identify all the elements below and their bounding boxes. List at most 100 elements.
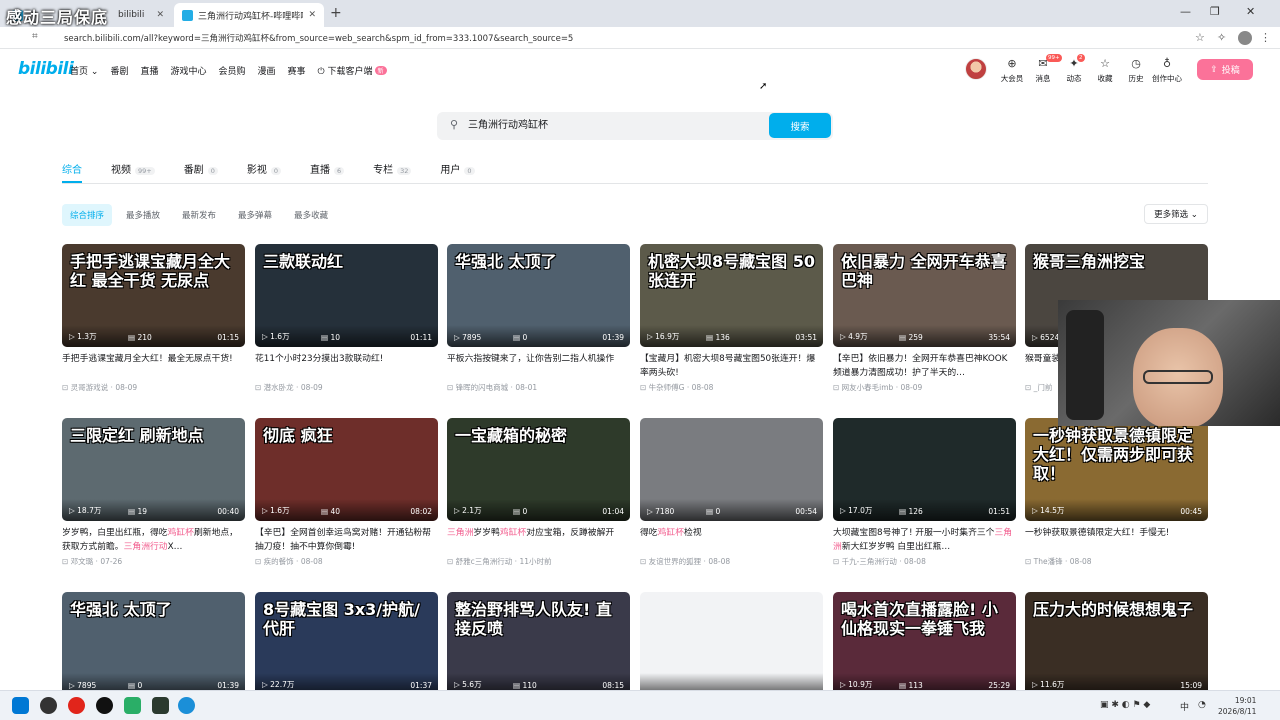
danmaku-count: ▤ 0 [706,507,720,516]
play-count-icon: ▷ [1032,680,1041,689]
title-text: 对应宝箱，反蹲被解开 [526,528,615,538]
network-icon[interactable]: ◔ [1198,700,1206,710]
uploader-icon: ⊡ [640,557,649,566]
video-card[interactable]: ▷ 7180 ▤ 0 00:54 得吃鸡缸杯检视 ⊡ 友谊世界的狐狸 · 08-08 [640,418,823,567]
video-meta[interactable]: ⊡ 疾的餐饰 · 08-08 [255,556,438,567]
video-card[interactable]: 一秒钟获取景德镇限定大红！仅需两步即可获取！ ▷ 14.5万 00:45 一秒钟获取景… [1025,418,1208,567]
uploader-name: 千九-三角洲行动 [841,557,897,566]
video-title[interactable]: 一秒钟获取景德镇限定大红！手慢无! [1025,527,1208,554]
wechat-icon[interactable] [124,697,141,714]
video-meta[interactable]: ⊡ 灵哥游戏说 · 08-09 [62,382,245,393]
video-meta[interactable]: ⊡ The潘锋 · 08-08 [1025,556,1208,567]
video-duration: 01:39 [602,333,624,342]
thumbnail-caption: 一宝藏箱的秘密 [455,426,568,445]
video-meta[interactable]: ⊡ 邓文璐 · 07-26 [62,556,245,567]
video-card[interactable]: 华强北 太顶了 ▷ 7895 ▤ 0 01:39 [62,592,245,690]
video-card[interactable]: 三限定红 刷新地点 ▷ 18.7万 ▤ 19 00:40 岁岁鸭，白里出红瓶，得吃鸡缸杯… [62,418,245,567]
video-thumbnail[interactable]: 手把手逃课宝藏月全大红 最全干货 无尿点 ▷ 1.3万 ▤ 210 01:15 [62,244,245,347]
video-card[interactable]: 整治野排骂人队友! 直接反喷 ▷ 5.6万 ▤ 110 08:15 [447,592,630,690]
video-card[interactable]: 彻底 疯狂 ▷ 1.6万 ▤ 40 08:02 【辛巴】全网首创幸运鸟窝对赌！开通钻粉帮… [255,418,438,567]
video-thumbnail[interactable]: 整治野排骂人队友! 直接反喷 ▷ 5.6万 ▤ 110 08:15 [447,592,630,690]
video-thumbnail[interactable]: ▷ 17.0万 ▤ 126 01:51 [833,418,1016,521]
video-card[interactable]: 8号藏宝图 3x3/护航/代肝 ▷ 22.7万 01:37 [255,592,438,690]
video-thumbnail[interactable]: 压力大的时候想想鬼子 ▷ 11.6万 15:09 [1025,592,1208,690]
video-thumbnail[interactable]: 一秒钟获取景德镇限定大红！仅需两步即可获取！ ▷ 14.5万 00:45 [1025,418,1208,521]
game-launcher-icon[interactable] [152,697,169,714]
video-title[interactable]: 大坝藏宝图8号神了! 开服一小时集齐三个三角洲新大红岁岁鸭 白里出红瓶… [833,527,1016,554]
windows-start-icon[interactable] [12,697,29,714]
play-count-value: 22.7万 [270,680,295,689]
video-title[interactable]: 平板六指按键来了，让你告别二指人机操作 [447,353,630,380]
video-title[interactable]: 花11个小时23分摸出3款联动红! [255,353,438,380]
video-meta[interactable]: ⊡ 舒雅c三角洲行动 · 11小时前 [447,556,630,567]
tray-icons[interactable]: ▣ ✱ ◐ ⚑ ◆ [1100,700,1150,710]
video-title[interactable]: 得吃鸡缸杯检视 [640,527,823,554]
edge-browser-icon[interactable] [178,697,195,714]
video-thumbnail[interactable]: 一宝藏箱的秘密 ▷ 2.1万 ▤ 0 01:04 [447,418,630,521]
video-title[interactable]: 岁岁鸭，白里出红瓶，得吃鸡缸杯刷新地点，获取方式前瞻。三角洲行动X… [62,527,245,554]
video-thumbnail[interactable]: 依旧暴力 全网开车恭喜巴神 ▷ 4.9万 ▤ 259 35:54 [833,244,1016,347]
uploader-name: 邓文璐 [70,557,94,566]
video-thumbnail[interactable] [640,592,823,690]
video-meta[interactable]: ⊡ 友谊世界的狐狸 · 08-08 [640,556,823,567]
video-title[interactable]: 三角洲岁岁鸭鸡缸杯对应宝箱，反蹲被解开 [447,527,630,554]
video-thumbnail[interactable]: ▷ 7180 ▤ 0 00:54 [640,418,823,521]
video-thumbnail[interactable]: 三款联动红 ▷ 1.6万 ▤ 10 01:11 [255,244,438,347]
input-method-indicator[interactable]: 中 [1180,700,1189,713]
video-thumbnail[interactable]: 华强北 太顶了 ▷ 7895 ▤ 0 01:39 [62,592,245,690]
video-meta[interactable]: ⊡ 网友小春毛imb · 08-09 [833,382,1016,393]
system-clock[interactable]: 19:01 2026/8/11 [1218,695,1256,717]
video-duration: 03:51 [795,333,817,342]
danmaku-count: ▤ 0 [513,333,527,342]
video-title[interactable]: 手把手逃课宝藏月全大红！最全无尿点干货! [62,353,245,380]
video-thumbnail[interactable]: 三限定红 刷新地点 ▷ 18.7万 ▤ 19 00:40 [62,418,245,521]
danmaku-value: 0 [715,507,721,516]
thumbnail-caption: 彻底 疯狂 [263,426,333,445]
video-card[interactable]: ▷ 17.0万 ▤ 126 01:51 大坝藏宝图8号神了! 开服一小时集齐三个三角洲… [833,418,1016,567]
video-card[interactable]: 压力大的时候想想鬼子 ▷ 11.6万 15:09 [1025,592,1208,690]
play-count-icon: ▷ [262,506,271,515]
upload-date: 08-08 [691,383,714,392]
video-card[interactable]: 机密大坝8号藏宝图 50张连开 ▷ 16.9万 ▤ 136 03:51 【宝藏月】机密大… [640,244,823,393]
video-duration: 25:29 [988,681,1010,690]
obs-icon[interactable] [40,697,57,714]
thumbnail-caption: 8号藏宝图 3x3/护航/代肝 [263,600,420,639]
play-count-icon: ▷ [454,333,463,342]
play-count-icon: ▷ [647,332,656,341]
danmaku-count: ▤ 0 [128,681,142,690]
video-title[interactable]: 【辛巴】依旧暴力！全网开车恭喜巴神KOOK频道暴力清图成功！护了半天的… [833,353,1016,380]
play-count: ▷ 2.1万 [454,505,482,516]
video-title[interactable]: 【辛巴】全网首创幸运鸟窝对赌！开通钻粉帮抽刀疫！抽不中算你倒霉! [255,527,438,554]
play-count-value: 11.6万 [1040,680,1065,689]
play-count: ▷ 10.9万 [840,679,872,690]
meta-separator: · [1062,557,1070,566]
video-card[interactable]: 依旧暴力 全网开车恭喜巴神 ▷ 4.9万 ▤ 259 35:54 【辛巴】依旧暴力！全网… [833,244,1016,393]
video-meta[interactable]: ⊡ 潜水卧龙 · 08-09 [255,382,438,393]
video-thumbnail[interactable]: 彻底 疯狂 ▷ 1.6万 ▤ 40 08:02 [255,418,438,521]
video-meta[interactable]: ⊡ 千九-三角洲行动 · 08-08 [833,556,1016,567]
netease-music-icon[interactable] [68,697,85,714]
thumbnail-caption: 一秒钟获取景德镇限定大红！仅需两步即可获取！ [1033,426,1194,484]
video-title[interactable]: 【宝藏月】机密大坝8号藏宝图50张连开！爆率两头砍! [640,353,823,380]
thumbnail-caption: 三款联动红 [263,252,344,271]
play-count-value: 2.1万 [462,506,482,515]
video-card[interactable]: 三款联动红 ▷ 1.6万 ▤ 10 01:11 花11个小时23分摸出3款联动红! ⊡ 潜… [255,244,438,393]
video-thumbnail[interactable]: 华强北 太顶了 ▷ 7895 ▤ 0 01:39 [447,244,630,347]
play-count-value: 16.9万 [655,332,680,341]
play-count-icon: ▷ [840,680,849,689]
video-thumbnail[interactable]: 8号藏宝图 3x3/护航/代肝 ▷ 22.7万 01:37 [255,592,438,690]
play-count-value: 7895 [462,333,482,342]
video-card[interactable] [640,592,823,690]
upload-date: 08-09 [115,383,138,392]
video-thumbnail[interactable]: 喝水首次直播露脸! 小仙格现实一拳锤飞我 ▷ 10.9万 ▤ 113 25:29 [833,592,1016,690]
video-card[interactable]: 喝水首次直播露脸! 小仙格现实一拳锤飞我 ▷ 10.9万 ▤ 113 25:29 [833,592,1016,690]
qq-icon[interactable] [96,697,113,714]
video-card[interactable]: 手把手逃课宝藏月全大红 最全干货 无尿点 ▷ 1.3万 ▤ 210 01:15 手把手逃… [62,244,245,393]
video-meta[interactable]: ⊡ 牛杂师傅G · 08-08 [640,382,823,393]
upload-date: 08-01 [515,383,538,392]
video-meta[interactable]: ⊡ 锋晖的闪电商城 · 08-01 [447,382,630,393]
windows-taskbar: ▣ ✱ ◐ ⚑ ◆ 中 ◔ 19:01 2026/8/11 [0,690,1280,720]
video-card[interactable]: 一宝藏箱的秘密 ▷ 2.1万 ▤ 0 01:04 三角洲岁岁鸭鸡缸杯对应宝箱，反蹲被解开… [447,418,630,567]
video-card[interactable]: 华强北 太顶了 ▷ 7895 ▤ 0 01:39 平板六指按键来了，让你告别二指人机操作… [447,244,630,393]
video-thumbnail[interactable]: 机密大坝8号藏宝图 50张连开 ▷ 16.9万 ▤ 136 03:51 [640,244,823,347]
